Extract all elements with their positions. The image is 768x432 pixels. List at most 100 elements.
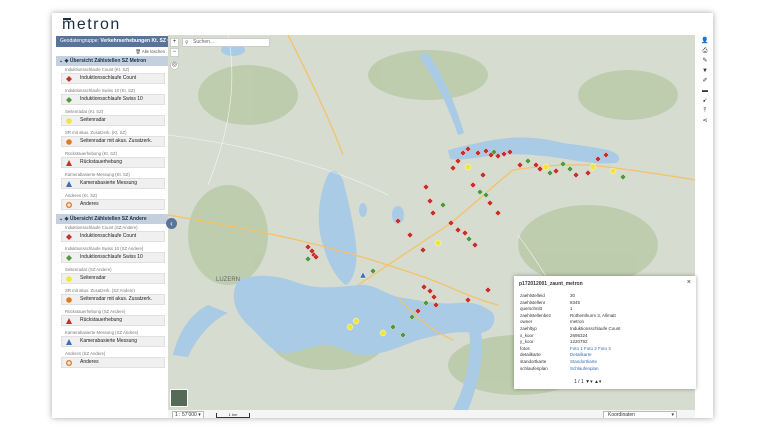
clear-all-link[interactable]: 🗑 Alle löschen [56, 47, 168, 56]
search-input[interactable]: ⚲ Suchen... [182, 38, 270, 47]
seitenradar-marker[interactable] [609, 167, 617, 175]
scale-bar: 1 km [216, 413, 250, 418]
close-icon[interactable]: × [687, 279, 691, 286]
legend-item[interactable]: Induktionsschlaufe Swiss 10 [61, 252, 165, 263]
layer-title[interactable]: Rückstauerhebung (Kt. SZ) [56, 150, 168, 157]
legend-item[interactable]: Rückstauerhebung [61, 157, 165, 168]
search-placeholder: Suchen... [193, 39, 215, 45]
layer-title[interactable]: Kamerabasierte Messung (Kt. SZ) [56, 171, 168, 178]
popup-value: Rothenthurm 3, Allmatt [570, 312, 616, 318]
circle-icon [66, 297, 72, 303]
status-bar: 1 : 57'000 ▾ 1 km Koordinaten ▾ [168, 410, 695, 418]
filter-icon[interactable]: ▼▾ [585, 379, 594, 385]
feature-popup: p172012001_zaunt_metron × zaehlstelleid 3… [514, 276, 696, 389]
pencil-icon[interactable]: ✎ [700, 56, 710, 66]
theme-selector[interactable]: Geodatengruppe: Verkehrserhebungen Kt. S… [56, 36, 168, 47]
seitenradar-marker[interactable] [352, 317, 360, 325]
diamond-icon [66, 255, 72, 261]
layer-title[interactable]: Induktionsschlaufe Swiss 10 (SZ Andere) [56, 245, 168, 252]
zoom-in-button[interactable]: + [170, 38, 179, 47]
theme-value: Verkehrserhebungen Kt. SZ [100, 38, 166, 44]
legend-label: Rückstauerhebung [80, 159, 122, 165]
popup-value: metron [570, 319, 585, 325]
layer-group-header[interactable]: ⌄ ◈ Übersicht Zählstellen SZ Metron [56, 56, 168, 66]
legend-item[interactable]: Induktionsschlaufe Count [61, 73, 165, 84]
legend-item[interactable]: Kamerabasierte Messung [61, 336, 165, 347]
layer-title[interactable]: Rückstauerhebung (SZ Andere) [56, 308, 168, 315]
legend-label: Seitenradar [80, 117, 106, 123]
seitenradar-marker[interactable] [464, 163, 472, 171]
layer-title[interactable]: Induktionsschlaufe Swiss 10 (Kt. SZ) [56, 87, 168, 94]
circle-icon [66, 118, 72, 124]
seitenradar-marker[interactable] [542, 163, 550, 171]
legend-item[interactable]: Kamerabasierte Messung [61, 178, 165, 189]
popup-value[interactable]: Foto 1 Foto 2 Foto 3 [570, 346, 611, 351]
legend-item[interactable]: Seitenradar [61, 273, 165, 284]
scale-select[interactable]: 1 : 57'000 ▾ [172, 411, 204, 418]
legend-label: Induktionsschlaufe Count [80, 233, 137, 239]
legend-item[interactable]: Anderes [61, 357, 165, 368]
marker-icon[interactable]: ➹ [700, 96, 710, 106]
triangle-icon [66, 318, 72, 324]
edit-icon[interactable]: ✐ [700, 76, 710, 86]
add-user-icon[interactable]: 👤 [700, 36, 710, 46]
popup-value[interactable]: Detailkarte [570, 352, 592, 357]
legend-item[interactable]: Rückstauerhebung [61, 315, 165, 326]
layer-title[interactable]: Anderes (Kt. SZ) [56, 192, 168, 199]
diamond-icon [66, 76, 72, 82]
print-icon[interactable]: ⎙ [700, 46, 710, 56]
legend-item[interactable]: Anderes [61, 199, 165, 210]
triangle-icon [66, 339, 72, 345]
popup-row: schlaufenplan Schlaufenplan [520, 365, 599, 372]
clear-all-label: Alle löschen [141, 49, 165, 54]
legend-label: Kamerabasierte Messung [80, 338, 137, 344]
scale-value: 1 : 57'000 [175, 412, 197, 418]
triangle-icon[interactable]: ▲▾ [594, 379, 601, 385]
legend-item[interactable]: Seitenradar mit akus. Zusatzerk. [61, 136, 165, 147]
share-icon[interactable]: ⋖ [700, 116, 710, 126]
locate-button[interactable]: ◎ [170, 61, 179, 70]
legend-label: Induktionsschlaufe Count [80, 75, 137, 81]
layer-title[interactable]: Seitenradar (Kt. SZ) [56, 108, 168, 115]
layer-title[interactable]: Induktionsschlaufe Count (SZ Andere) [56, 224, 168, 231]
legend-item[interactable]: Seitenradar mit akus. Zusatzerk. [61, 294, 165, 305]
layer-title[interactable]: SR mit akus. Zusatzerk. (SZ Andere) [56, 287, 168, 294]
legend-item[interactable]: Seitenradar [61, 115, 165, 126]
layer-title[interactable]: Seitenradar (SZ Andere) [56, 266, 168, 273]
popup-value[interactable]: Schlaufenplan [570, 366, 599, 371]
upload-icon[interactable]: ⤒ [700, 106, 710, 116]
seitenradar-marker[interactable] [589, 163, 597, 171]
seitenradar-marker[interactable] [434, 239, 442, 247]
popup-value: 1220792 [570, 339, 588, 345]
legend-item[interactable]: Induktionsschlaufe Count [61, 231, 165, 242]
triangle-icon [66, 160, 72, 166]
popup-value[interactable]: Standortkarte [570, 359, 597, 364]
popup-value: 1 [570, 306, 573, 312]
legend-item[interactable]: Induktionsschlaufe Swiss 10 [61, 94, 165, 105]
popup-value: 30 [570, 293, 576, 298]
filter-icon[interactable]: ▼ [700, 66, 710, 76]
right-toolbar: 👤 ⎙ ✎ ▼ ✐ ▬ ➹ ⤒ ⋖ [700, 36, 710, 126]
layer-title[interactable]: Induktionsschlaufe Count (Kt. SZ) [56, 66, 168, 73]
collapse-sidebar-button[interactable]: ‹ [166, 218, 177, 229]
ruler-icon[interactable]: ▬ [700, 86, 710, 96]
legend-label: Induktionsschlaufe Swiss 10 [80, 254, 143, 260]
legend-label: Kamerabasierte Messung [80, 180, 137, 186]
coordinate-select[interactable]: Koordinaten ▾ [603, 411, 677, 418]
basemap-switcher[interactable] [170, 389, 188, 407]
popup-value: 8345 [570, 299, 581, 305]
theme-label: Geodatengruppe: [60, 38, 99, 44]
layer-title[interactable]: SR mit akus. Zusatzerk. (Kt. SZ) [56, 129, 168, 136]
legend-label: Seitenradar mit akus. Zusatzerk. [80, 138, 152, 144]
layer-title[interactable]: Anderes (SZ Andere) [56, 350, 168, 357]
seitenradar-marker[interactable] [379, 329, 387, 337]
popup-navigation: 1 / 1 ▼▾ ▲▾ [574, 379, 601, 385]
diamond-icon [66, 234, 72, 240]
popup-value: Induktionsschlaufe Count [570, 326, 621, 331]
layer-group-header[interactable]: ⌄ ◈ Übersicht Zählstellen SZ Andere [56, 214, 168, 224]
seitenradar-marker[interactable] [346, 323, 354, 331]
circle-icon [66, 276, 72, 282]
city-label: LUZERN [216, 277, 240, 283]
zoom-out-button[interactable]: − [170, 48, 179, 57]
layer-title[interactable]: Kamerabasierte Messung (SZ Andere) [56, 329, 168, 336]
